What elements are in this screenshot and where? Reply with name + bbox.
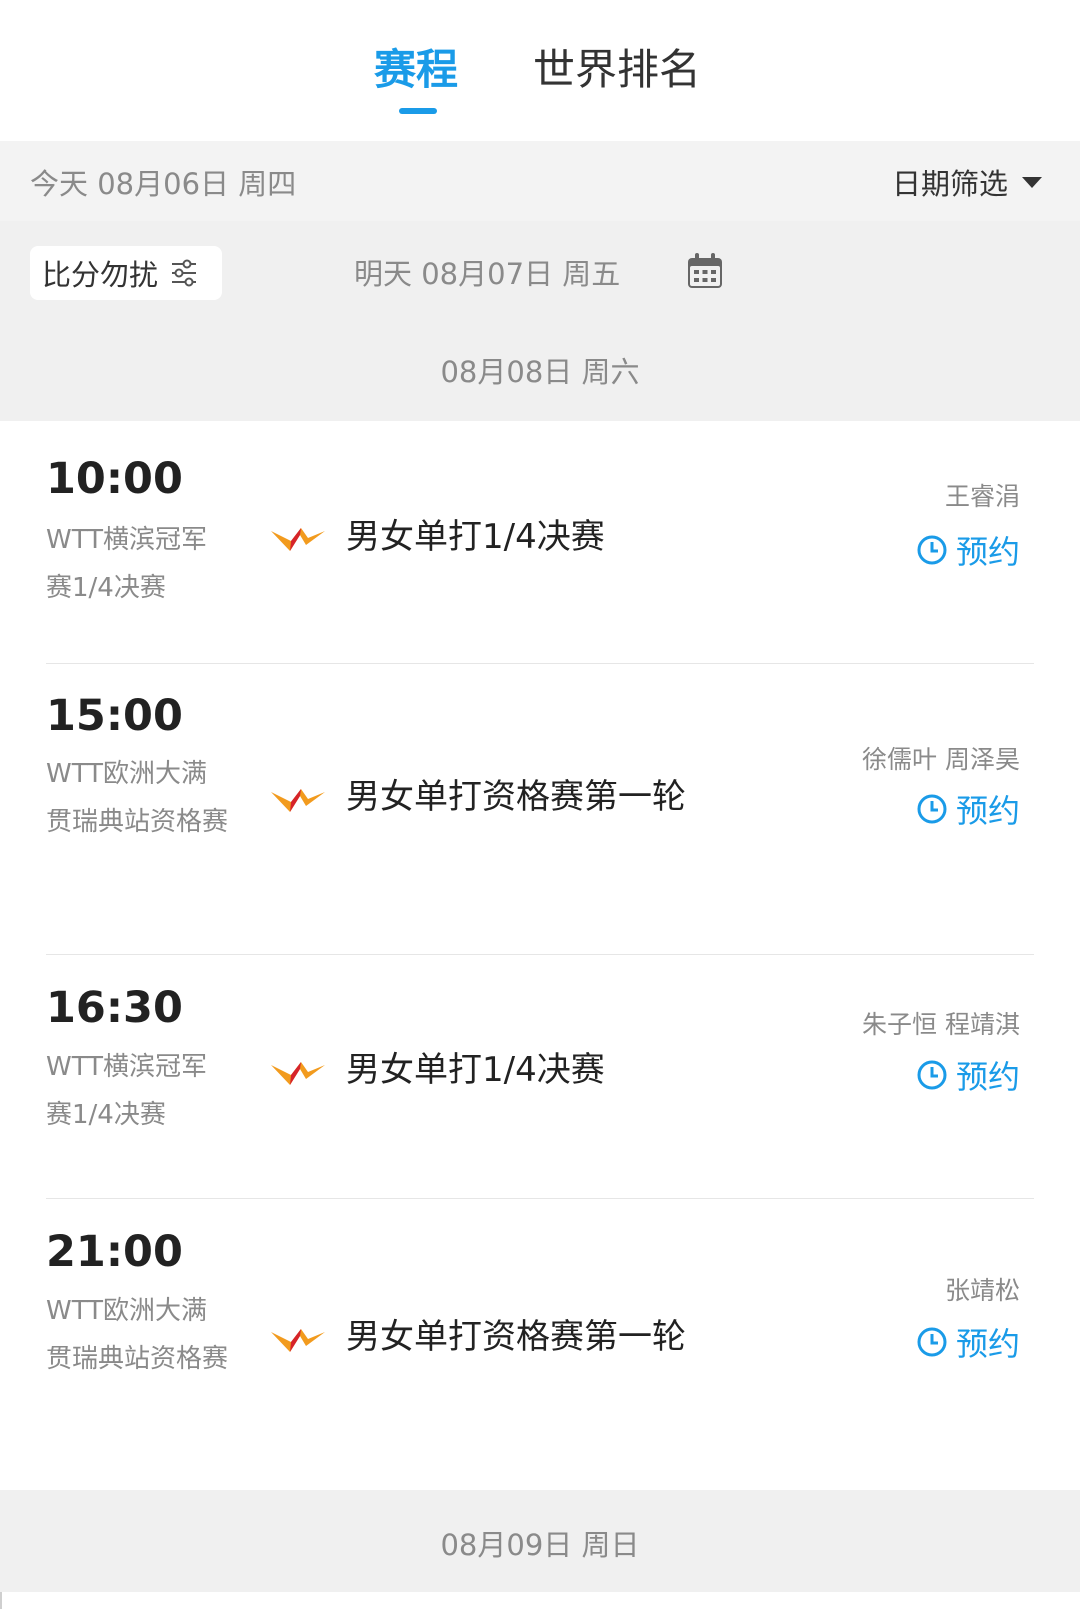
reserve-button[interactable]: 预约 [916,786,1020,832]
match-title: 男女单打1/4决赛 [346,1050,605,1090]
match-players: 朱子恒 程靖淇 [862,1010,1020,1039]
no-disturb-label: 比分勿扰 [42,258,159,292]
match-title: 男女单打资格赛第一轮 [346,1317,686,1357]
tab-schedule[interactable]: 赛程 [374,40,458,100]
caret-down-icon [1022,176,1042,188]
reserve-button[interactable]: 预约 [916,1052,1020,1098]
match-players: 王睿涓 [944,482,1020,511]
saturday-date: 08月08日 周六 [440,355,640,389]
reserve-button[interactable]: 预约 [916,1319,1020,1365]
reserve-label: 预约 [955,792,1020,830]
clock-icon [917,794,947,824]
match-players: 张靖松 [944,1276,1020,1305]
match-time: 16:30 [46,983,183,1033]
tab-world-ranking[interactable]: 世界排名 [533,40,701,100]
match-card[interactable]: 16:30 WTT横滨冠军赛1/4决赛 男女单打1/4决赛 朱子恒 程靖淇 预约 [46,955,1034,1199]
match-card[interactable]: 10:00 WTT横滨冠军赛1/4决赛 男女单打1/4决赛 王睿涓 预约 [46,421,1034,664]
date-filter-button[interactable]: 日期筛选 [892,161,1042,203]
tomorrow-date: 明天 08月07日 周五 [354,257,621,291]
clock-icon [917,1327,947,1357]
match-time: 21:00 [46,1227,183,1277]
reserve-label: 预约 [955,1058,1020,1096]
match-event: WTT欧洲大满贯瑞典站资格赛 [46,759,229,837]
today-date: 今天 08月06日 周四 [30,167,297,201]
active-tab-indicator [399,108,437,114]
sunday-date: 08月09日 周日 [440,1528,640,1562]
sliders-icon [172,259,197,287]
wtt-logo [271,528,325,551]
match-event: WTT欧洲大满贯瑞典站资格赛 [46,1296,229,1374]
reserve-label: 预约 [955,533,1020,571]
wtt-logo [271,789,325,812]
match-card[interactable]: 21:00 WTT欧洲大满贯瑞典站资格赛 男女单打资格赛第一轮 张靖松 预约 [46,1199,1034,1492]
top-tab-bar: 赛程 世界排名 [0,0,1080,141]
date-filter-label: 日期筛选 [891,167,1008,201]
match-card[interactable]: 15:00 WTT欧洲大满贯瑞典站资格赛 男女单打资格赛第一轮 徐儒叶 周泽昊 … [46,664,1034,955]
match-players: 徐儒叶 周泽昊 [862,745,1020,774]
match-title: 男女单打资格赛第一轮 [346,777,686,817]
match-time: 15:00 [46,691,183,741]
match-event: WTT横滨冠军赛1/4决赛 [46,525,208,603]
calendar-icon[interactable] [686,252,724,290]
reserve-label: 预约 [955,1325,1020,1363]
match-time: 10:00 [46,454,183,504]
wtt-logo [271,1329,325,1352]
match-title: 男女单打1/4决赛 [346,517,605,557]
date-navigation: 比分勿扰 明天 08月07日 周五 08月08日 周六 [0,221,1080,421]
today-header: 今天 08月06日 周四 日期筛选 [0,141,1080,221]
match-list: 10:00 WTT横滨冠军赛1/4决赛 男女单打1/4决赛 王睿涓 预约 15:… [0,421,1080,1492]
sunday-header: 08月09日 周日 [0,1490,1080,1592]
clock-icon [917,1060,947,1090]
wtt-logo [271,1062,325,1085]
reserve-button[interactable]: 预约 [916,527,1020,573]
no-disturb-toggle[interactable]: 比分勿扰 [30,246,222,300]
clock-icon [917,535,947,565]
match-event: WTT横滨冠军赛1/4决赛 [46,1052,208,1130]
